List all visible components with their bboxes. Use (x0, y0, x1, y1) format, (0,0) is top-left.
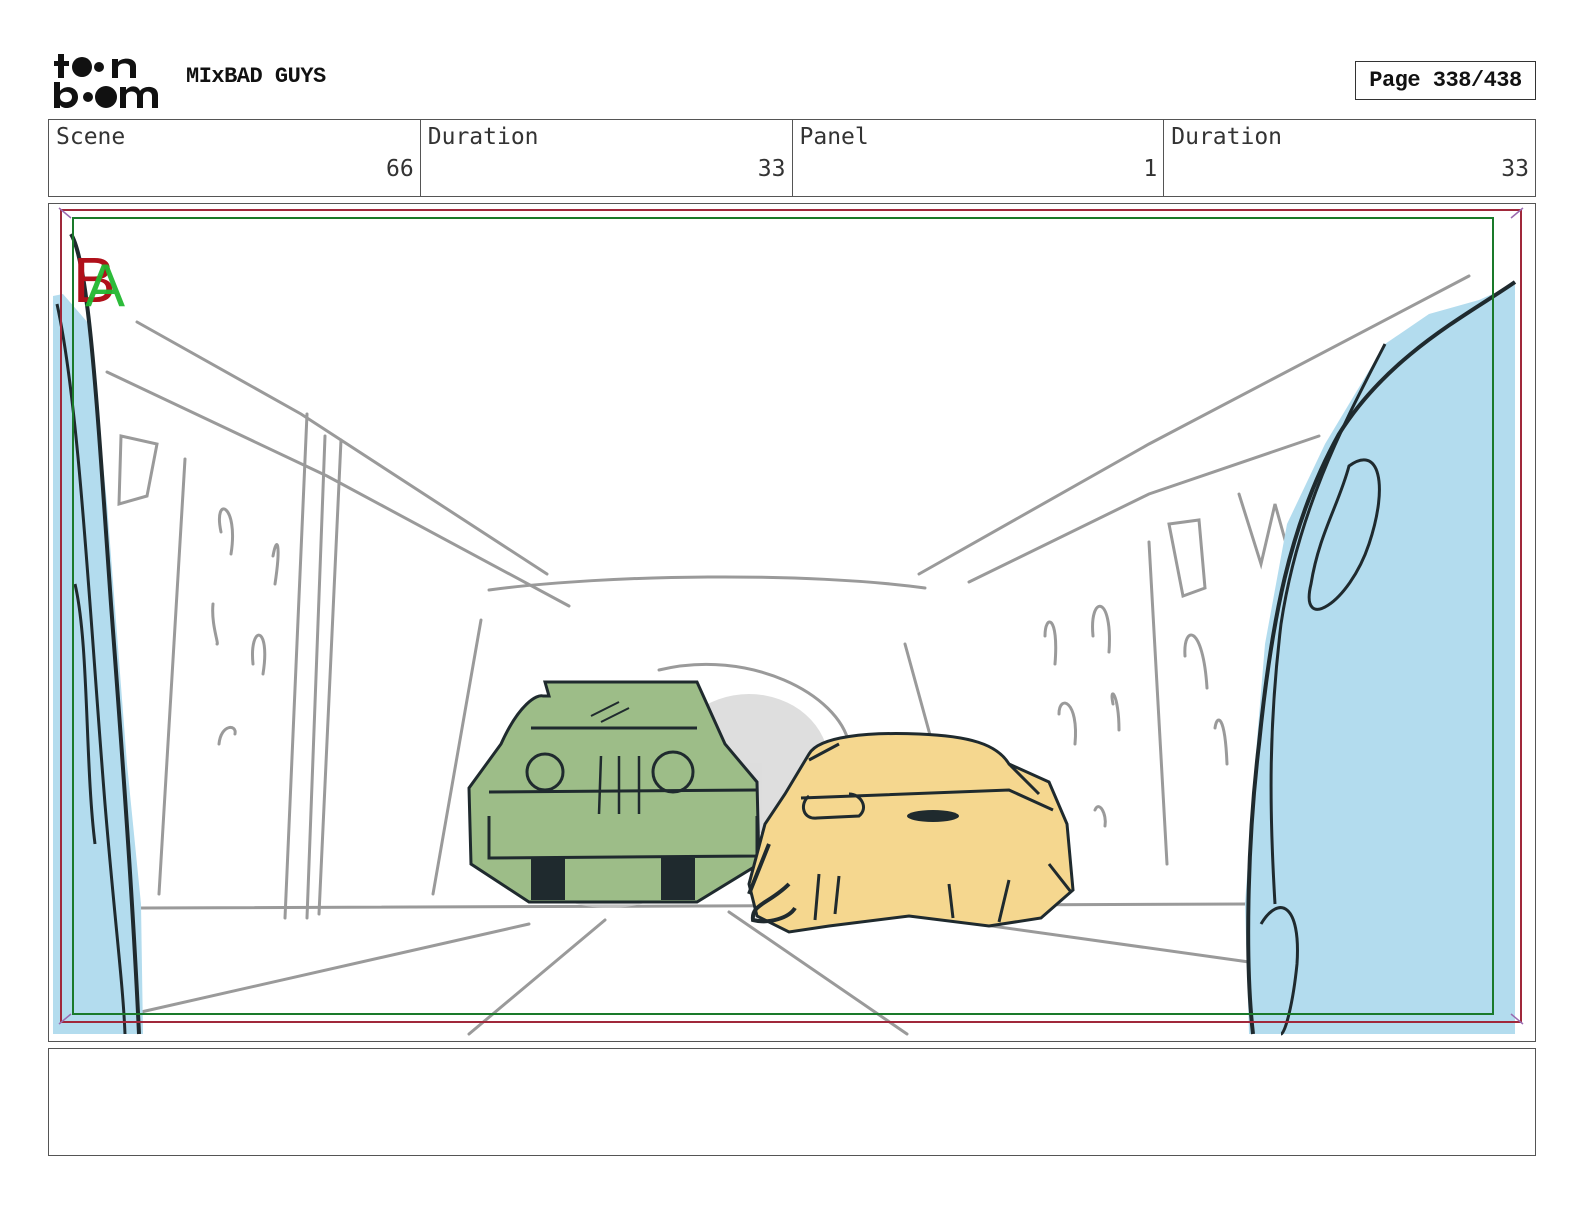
page-indicator: Page 338/438 (1355, 61, 1536, 100)
panel-duration-label: Duration (1171, 124, 1283, 150)
scene-duration-cell: Duration 33 (421, 120, 793, 196)
panel-label: Panel (799, 124, 869, 150)
panel-notes-box[interactable] (48, 1048, 1536, 1156)
foreground-wall-right (1245, 280, 1517, 1036)
panel-duration-value: 33 (1501, 156, 1529, 182)
toon-boom-logo (52, 50, 164, 112)
layer-marker-front: A (85, 252, 125, 319)
scene-duration-label: Duration (427, 124, 539, 150)
scene-cell: Scene 66 (49, 120, 421, 196)
panel-drawing: B A (53, 207, 1524, 1036)
scene-label: Scene (56, 124, 126, 150)
scene-duration-value: 33 (757, 156, 786, 182)
project-title: MIxBAD GUYS (186, 64, 326, 89)
storyboard-panel: B A (48, 203, 1536, 1042)
panel-duration-cell: Duration 33 (1164, 120, 1535, 196)
panel-cell: Panel 1 (793, 120, 1165, 196)
scene-info-table: Scene 66 Duration 33 Panel 1 Duration 33 (48, 119, 1536, 197)
panel-value: 1 (1143, 156, 1158, 182)
foreground-wall-left (53, 232, 143, 1035)
scene-value: 66 (386, 156, 414, 182)
